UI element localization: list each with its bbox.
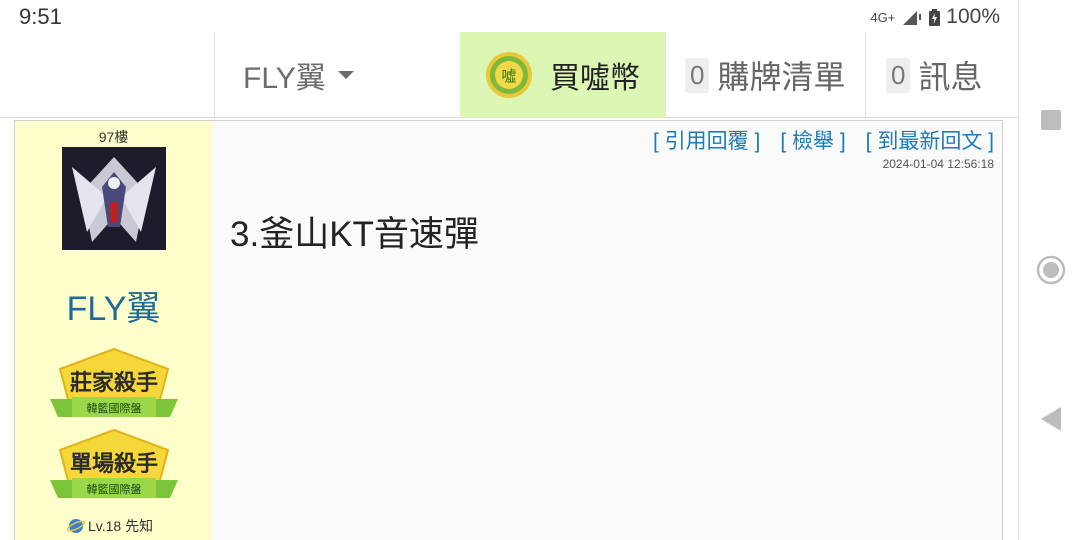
award-subtitle: 韓籃國際盤 bbox=[86, 403, 142, 415]
signal-icon bbox=[903, 11, 922, 25]
award-title: 單場殺手 bbox=[69, 451, 158, 476]
app: 9:51 4G+ 100% FLY翼 噓 買噓幣 0 購牌清單 0 訊息 97樓… bbox=[0, 0, 1018, 540]
author-panel: 97樓 FLY翼 莊家殺手 韓籃國際盤 單場殺手 韓籃國際盤 Lv.18 先知 bbox=[15, 121, 212, 540]
award-title: 莊家殺手 bbox=[69, 370, 158, 395]
status-time: 9:51 bbox=[19, 4, 62, 29]
post-timestamp: 2024-01-04 12:56:18 bbox=[882, 157, 994, 171]
award-label: 單場殺手 韓籃國際盤 bbox=[50, 428, 178, 504]
floor-number: 97樓 bbox=[98, 129, 129, 145]
latest-reply-link[interactable]: [ 到最新回文 ] bbox=[866, 125, 994, 155]
home-icon[interactable] bbox=[1036, 255, 1066, 285]
user-name: FLY翼 bbox=[243, 62, 326, 95]
report-link[interactable]: [ 檢舉 ] bbox=[780, 125, 845, 155]
coin-icon: 噓 bbox=[486, 52, 532, 98]
battery-percent: 100% bbox=[946, 5, 1000, 28]
messages-tab[interactable]: 0 訊息 bbox=[865, 32, 1018, 118]
post-actions: [ 引用回覆 ] [ 檢舉 ] [ 到最新回文 ] bbox=[653, 125, 994, 155]
top-header: FLY翼 噓 買噓幣 0 購牌清單 0 訊息 bbox=[0, 32, 1018, 118]
battery-icon bbox=[929, 8, 941, 26]
post-text: 3.釜山KT音速彈 bbox=[230, 215, 479, 254]
buy-coins-label: 買噓幣 bbox=[550, 62, 640, 95]
status-indicators: 4G+ 100% bbox=[870, 5, 1000, 29]
avatar[interactable] bbox=[62, 147, 166, 250]
recent-apps-icon[interactable] bbox=[1041, 110, 1061, 130]
buy-coins-button[interactable]: 噓 買噓幣 bbox=[460, 32, 665, 118]
user-level: Lv.18 先知 bbox=[67, 516, 153, 536]
post-content-area: [ 引用回覆 ] [ 檢舉 ] [ 到最新回文 ] 2024-01-04 12:… bbox=[212, 121, 1002, 540]
forum-post: 97樓 FLY翼 莊家殺手 韓籃國際盤 單場殺手 韓籃國際盤 Lv.18 先知 … bbox=[14, 120, 1003, 540]
messages-label: 訊息 bbox=[918, 59, 983, 95]
cart-count-badge: 0 bbox=[685, 57, 710, 93]
award-subtitle: 韓籃國際盤 bbox=[86, 484, 142, 496]
chevron-down-icon bbox=[337, 71, 354, 79]
user-dropdown[interactable]: FLY翼 bbox=[214, 32, 460, 118]
author-name[interactable]: FLY翼 bbox=[15, 281, 212, 330]
award-label: 莊家殺手 韓籃國際盤 bbox=[50, 347, 178, 423]
screen: 9:51 4G+ 100% FLY翼 噓 買噓幣 0 購牌清單 0 訊息 97樓… bbox=[0, 0, 1080, 540]
quote-reply-link[interactable]: [ 引用回覆 ] bbox=[653, 125, 760, 155]
network-type: 4G+ bbox=[870, 9, 896, 25]
planet-icon bbox=[67, 519, 85, 533]
level-label: Lv.18 先知 bbox=[88, 518, 154, 534]
back-icon[interactable] bbox=[1041, 407, 1061, 431]
status-bar: 9:51 4G+ 100% bbox=[0, 0, 1018, 32]
svg-text:噓: 噓 bbox=[501, 67, 516, 85]
cart-tab[interactable]: 0 購牌清單 bbox=[665, 32, 865, 118]
cart-label: 購牌清單 bbox=[717, 59, 846, 95]
system-nav-bar bbox=[1018, 0, 1080, 540]
messages-count-badge: 0 bbox=[886, 57, 911, 93]
